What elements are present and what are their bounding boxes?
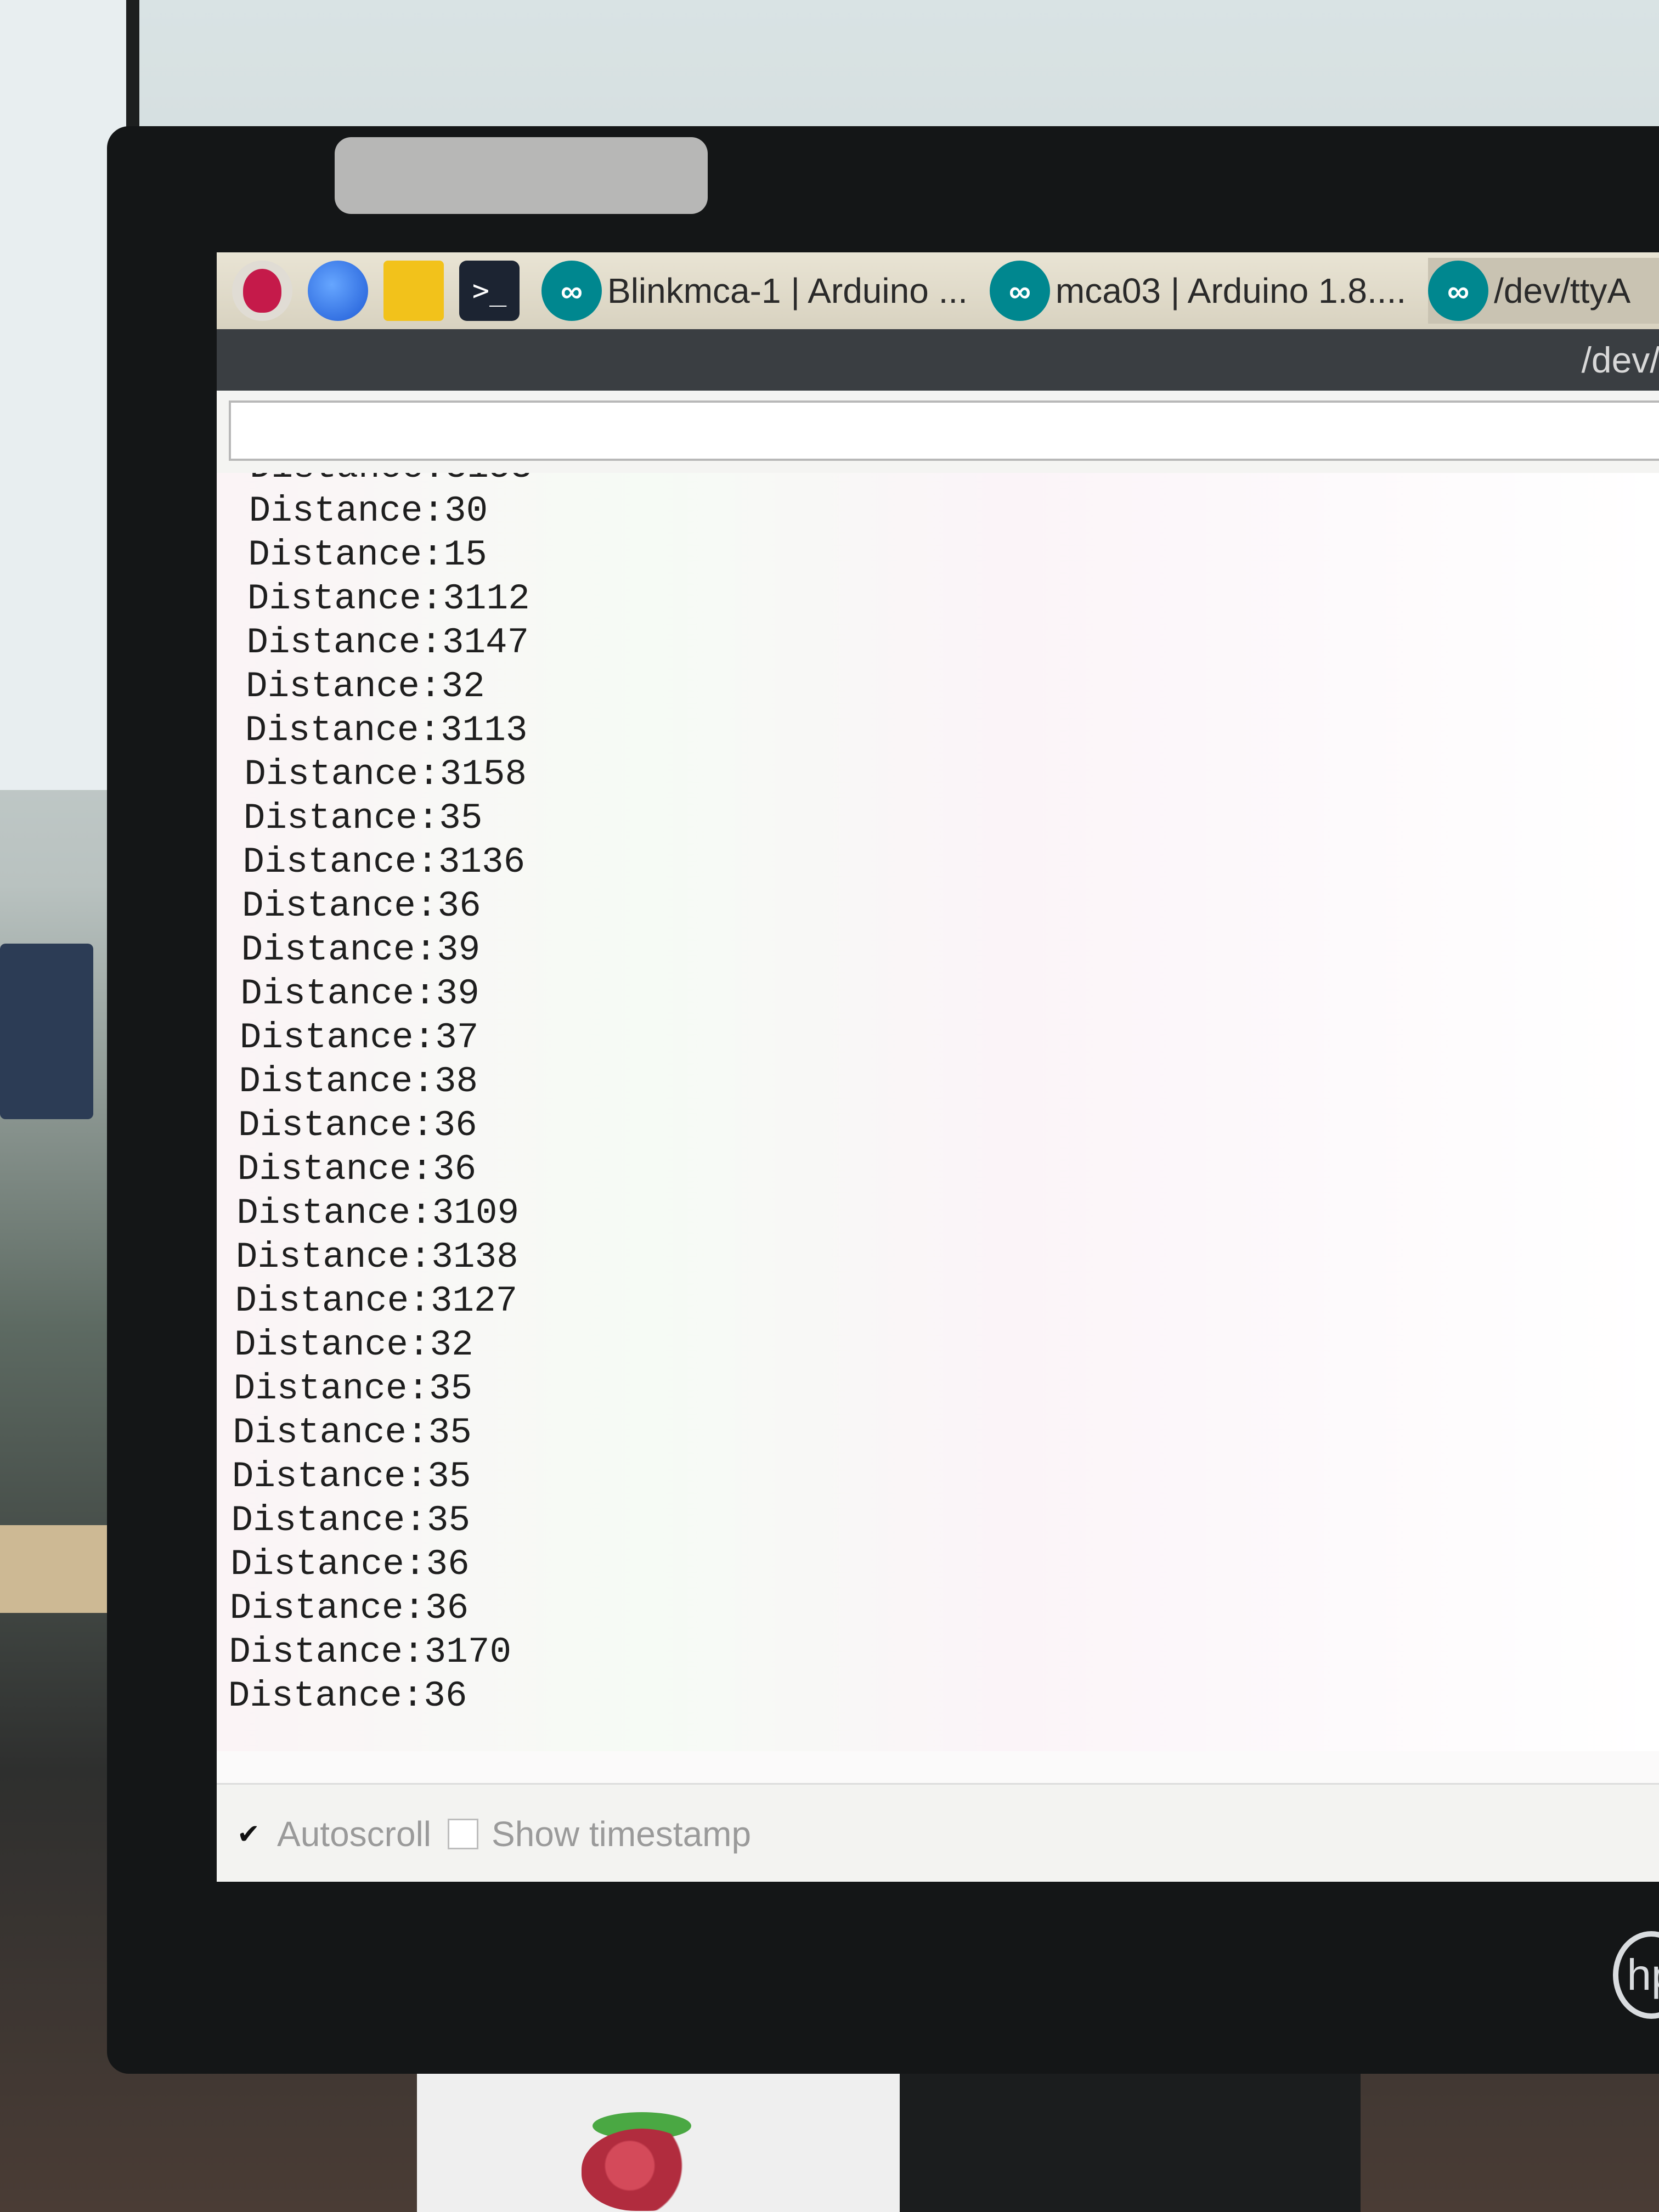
serial-output-line: Distance:35 [232,1456,471,1497]
serial-send-input[interactable] [229,400,1659,461]
serial-output-line: Distance:36 [237,1149,477,1190]
background-laptop [0,944,93,1119]
tape-label [335,137,708,214]
taskbar: >_ ∞ Blinkmca-1 | Arduino ... ∞ mca03 | … [217,252,1659,329]
file-manager-icon[interactable] [383,261,444,321]
serial-output-area[interactable]: Distance:3153Distance:30Distance:15Dista… [217,473,1659,1751]
serial-output-line: Distance:35 [243,798,483,839]
task-label: mca03 | Arduino 1.8.... [1055,271,1407,311]
serial-output-line: Distance:30 [249,490,488,532]
web-browser-icon[interactable] [308,261,368,321]
taskbar-task-mca03[interactable]: ∞ mca03 | Arduino 1.8.... [989,258,1407,324]
task-label: /dev/ttyA [1494,271,1631,311]
serial-output-line: Distance:35 [233,1368,473,1409]
taskbar-task-blinkmca[interactable]: ∞ Blinkmca-1 | Arduino ... [541,258,968,324]
serial-output-line: Distance:36 [230,1544,470,1585]
arduino-icon: ∞ [989,261,1050,321]
serial-output-line: Distance:3147 [246,622,529,663]
screen: >_ ∞ Blinkmca-1 | Arduino ... ∞ mca03 | … [217,252,1659,1882]
serial-output-line: Distance:3109 [236,1193,520,1234]
serial-output-line: Distance:3112 [247,578,530,619]
serial-output-line: Distance:3113 [245,710,528,751]
serial-output-line: Distance:3127 [235,1280,518,1322]
raspberry-pi-sticker [582,2129,702,2211]
serial-output-line: Distance:35 [231,1500,471,1541]
autoscroll-checkbox[interactable]: ✔ [233,1819,264,1849]
serial-output-line: Distance:36 [238,1105,477,1146]
raspberry-menu-icon[interactable] [232,261,292,321]
task-label: Blinkmca-1 | Arduino ... [607,271,968,311]
serial-output-line: Distance:36 [229,1588,469,1629]
serial-output-line: Distance:32 [234,1324,473,1365]
terminal-icon[interactable]: >_ [459,261,520,321]
window-titlebar: /dev/t [217,329,1659,391]
serial-output-line: Distance:36 [242,885,481,927]
serial-output-line: Distance:39 [240,973,479,1014]
window-title: /dev/t [1581,340,1659,380]
serial-output-line: Distance:3153 [250,473,532,489]
show-timestamp-checkbox[interactable] [448,1819,478,1849]
serial-output-line: Distance:38 [239,1061,478,1102]
arduino-icon: ∞ [541,261,602,321]
monitor-stand [900,2074,1361,2212]
serial-monitor-footer: ✔ Autoscroll Show timestamp [217,1783,1659,1882]
serial-output-line: Distance:3158 [244,754,527,795]
send-row [217,391,1659,473]
serial-output-line: Distance:35 [233,1412,472,1453]
serial-output-line: Distance:36 [228,1675,467,1717]
serial-output-line: Distance:3170 [229,1632,512,1673]
arduino-icon: ∞ [1428,261,1489,321]
serial-output-line: Distance:15 [248,534,487,575]
show-timestamp-label: Show timestamp [492,1814,752,1854]
serial-output-line: Distance:37 [239,1017,479,1058]
serial-output-line: Distance:32 [246,666,485,707]
serial-output-line: Distance:3136 [242,842,526,883]
serial-output-line: Distance:39 [241,929,481,970]
taskbar-task-serial-monitor[interactable]: ∞ /dev/ttyA [1428,258,1659,324]
autoscroll-label: Autoscroll [277,1814,431,1854]
serial-output-line: Distance:3138 [235,1237,518,1278]
